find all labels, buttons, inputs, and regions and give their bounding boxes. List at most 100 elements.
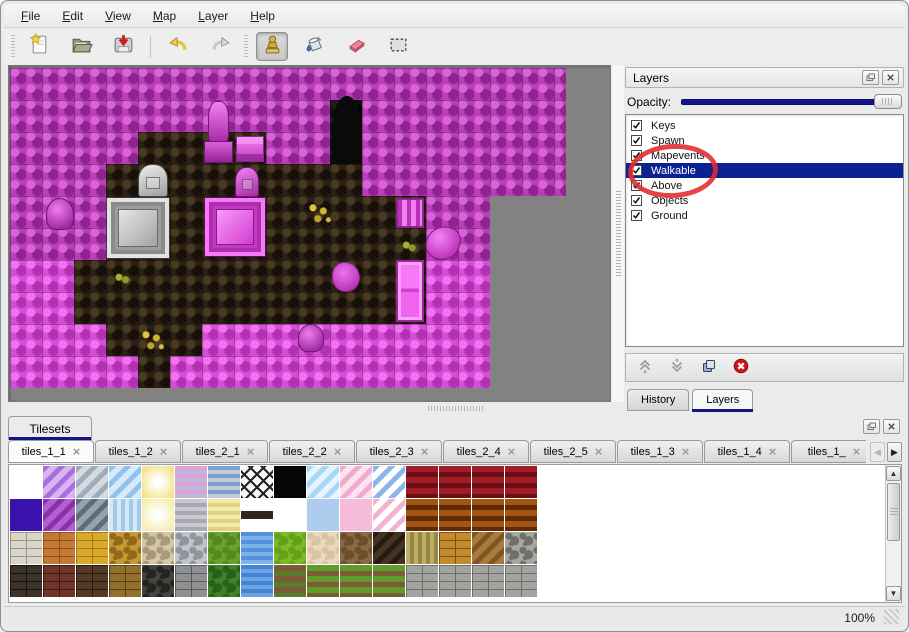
tileset-tile[interactable] xyxy=(142,499,174,531)
map-tile-rock-wall[interactable] xyxy=(106,132,138,164)
map-tile-pink-ground[interactable] xyxy=(330,324,362,356)
map-tile-dark-floor[interactable] xyxy=(298,196,330,228)
menu-view[interactable]: View xyxy=(96,6,140,26)
map-tile-rock-wall[interactable] xyxy=(74,132,106,164)
vertical-splitter[interactable] xyxy=(612,65,624,402)
map-tile-rock-wall[interactable] xyxy=(10,132,42,164)
resize-grip[interactable] xyxy=(884,609,899,624)
map-tile-pink-ground[interactable] xyxy=(42,260,74,292)
layer-row-walkable[interactable]: Walkable xyxy=(626,163,903,178)
map-tile-dark-floor[interactable] xyxy=(138,132,170,164)
tileset-tile[interactable] xyxy=(43,466,75,498)
map-tile-pink-ground[interactable] xyxy=(426,356,458,388)
tileset-tile[interactable] xyxy=(274,532,306,564)
map-tile-rock-wall[interactable] xyxy=(522,100,554,132)
layer-row-objects[interactable]: Objects xyxy=(626,193,903,208)
tileset-tile[interactable] xyxy=(406,499,438,531)
map-tile-rock-wall[interactable] xyxy=(74,68,106,100)
map-tile-empty[interactable] xyxy=(522,292,554,324)
map-tile-empty[interactable] xyxy=(522,260,554,292)
map-tile-rock-wall[interactable] xyxy=(362,164,394,196)
map-tile-rock-wall[interactable] xyxy=(138,100,170,132)
opacity-slider-handle[interactable] xyxy=(874,94,902,109)
tileset-tile[interactable] xyxy=(175,532,207,564)
map-tile-dark-floor[interactable] xyxy=(362,292,394,324)
tileset-tile[interactable] xyxy=(274,565,306,597)
tileset-tile[interactable] xyxy=(406,565,438,597)
map-tile-rock-wall[interactable] xyxy=(10,228,42,260)
map-tile-rock-wall[interactable] xyxy=(394,132,426,164)
map-tile-dark-floor[interactable] xyxy=(234,292,266,324)
map-tile-pink-ground[interactable] xyxy=(458,260,490,292)
undo-button[interactable] xyxy=(162,32,194,61)
map-tile-rock-wall[interactable] xyxy=(74,100,106,132)
tileset-tile[interactable] xyxy=(76,532,108,564)
tileset-tile[interactable] xyxy=(406,466,438,498)
map-tile-pink-ground[interactable] xyxy=(426,260,458,292)
map-tile-dark-floor[interactable] xyxy=(202,292,234,324)
tileset-tile[interactable] xyxy=(109,565,141,597)
map-tile-pink-ground[interactable] xyxy=(74,356,106,388)
tileset-tile[interactable] xyxy=(274,466,306,498)
map-canvas[interactable] xyxy=(10,68,566,390)
map-tile-rock-wall[interactable] xyxy=(426,196,458,228)
tileset-tile[interactable] xyxy=(472,466,504,498)
map-tile-pink-ground[interactable] xyxy=(426,292,458,324)
layer-row-above[interactable]: Above xyxy=(626,178,903,193)
map-tile-empty[interactable] xyxy=(554,356,566,388)
map-tile-dark-floor[interactable] xyxy=(298,164,330,196)
redo-button[interactable] xyxy=(204,32,236,61)
map-tile-dark-floor[interactable] xyxy=(106,324,138,356)
map-tile-rock-wall[interactable] xyxy=(234,68,266,100)
map-tile-dark-floor[interactable] xyxy=(298,260,330,292)
map-tile-empty[interactable] xyxy=(522,324,554,356)
tileset-tab-tiles_1_1[interactable]: tiles_1_1 × xyxy=(8,440,94,463)
scrollbar-thumb[interactable] xyxy=(887,483,900,541)
tileset-tile[interactable] xyxy=(208,532,240,564)
map-tile-dark-floor[interactable] xyxy=(298,292,330,324)
map-tile-rock-wall[interactable] xyxy=(298,100,330,132)
map-tile-dark-floor[interactable] xyxy=(106,260,138,292)
map-tile-pink-ground[interactable] xyxy=(170,356,202,388)
map-tile-rock-wall[interactable] xyxy=(490,132,522,164)
map-tile-rock-wall[interactable] xyxy=(202,100,234,132)
map-tile-empty[interactable] xyxy=(490,356,522,388)
map-tile-rock-wall[interactable] xyxy=(362,68,394,100)
close-tab-icon[interactable]: × xyxy=(421,445,429,458)
map-tile-pink-ground[interactable] xyxy=(426,324,458,356)
map-tile-pink-ground[interactable] xyxy=(42,356,74,388)
tileset-tile[interactable] xyxy=(241,532,273,564)
map-tile-dark-floor[interactable] xyxy=(330,228,362,260)
duplicate-layer-button[interactable] xyxy=(697,356,721,379)
map-tile-empty[interactable] xyxy=(522,228,554,260)
map-tile-rock-wall[interactable] xyxy=(522,164,554,196)
map-tile-rock-wall[interactable] xyxy=(426,164,458,196)
close-tab-icon[interactable]: × xyxy=(73,445,81,458)
eraser-tool-button[interactable] xyxy=(340,32,372,61)
map-tile-dark-floor[interactable] xyxy=(106,228,138,260)
tileset-tile[interactable] xyxy=(505,565,537,597)
map-tile-empty[interactable] xyxy=(554,196,566,228)
tileset-tab-tiles_1_4[interactable]: tiles_1_4 × xyxy=(704,440,790,463)
tileset-tile[interactable] xyxy=(10,565,42,597)
map-tile-pink-ground[interactable] xyxy=(234,356,266,388)
map-tile-dark-floor[interactable] xyxy=(266,228,298,260)
tileset-tile[interactable] xyxy=(406,532,438,564)
tileset-tile[interactable] xyxy=(307,466,339,498)
map-tile-pink-ground[interactable] xyxy=(10,356,42,388)
map-tile-dark-floor[interactable] xyxy=(266,292,298,324)
tileset-tile[interactable] xyxy=(439,466,471,498)
tileset-tile[interactable] xyxy=(76,499,108,531)
tileset-tile[interactable] xyxy=(472,565,504,597)
map-tile-dark-floor[interactable] xyxy=(170,228,202,260)
map-tile-dark-floor[interactable] xyxy=(138,324,170,356)
map-tile-rock-wall[interactable] xyxy=(554,68,566,100)
map-tile-dark-floor[interactable] xyxy=(362,228,394,260)
tileset-tile[interactable] xyxy=(505,499,537,531)
scroll-up-icon[interactable]: ▲ xyxy=(886,466,901,481)
layer-row-keys[interactable]: Keys xyxy=(626,118,903,133)
map-tile-dark-floor[interactable] xyxy=(330,292,362,324)
map-tile-rock-wall[interactable] xyxy=(458,164,490,196)
map-tile-dark-floor[interactable] xyxy=(394,292,426,324)
tileset-tile[interactable] xyxy=(307,565,339,597)
